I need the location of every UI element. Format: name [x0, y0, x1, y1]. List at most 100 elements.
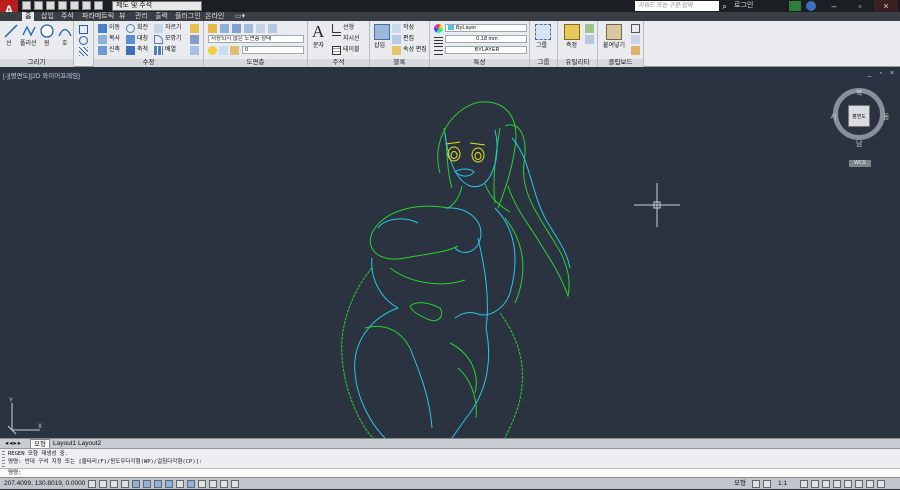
linetype-icon[interactable]	[434, 46, 443, 55]
draw-panel-title[interactable]: 그리기	[0, 59, 73, 67]
circle-icon[interactable]	[39, 23, 55, 39]
text-icon[interactable]: A	[312, 22, 324, 42]
tab-layout2[interactable]: Layout2	[75, 439, 104, 448]
leader-label[interactable]: 지시선	[343, 36, 360, 43]
move-label[interactable]: 이동	[109, 25, 120, 32]
model-space-toggle[interactable]: 모형	[734, 478, 746, 490]
create-block-icon[interactable]	[392, 24, 401, 33]
lineweight-dropdown[interactable]: 0.18 mm	[445, 35, 527, 43]
coordinate-readout[interactable]: 207.4099, 130.8019, 0.0000	[4, 478, 85, 490]
layer-state-icon[interactable]	[220, 24, 229, 33]
arc-icon[interactable]	[57, 23, 73, 39]
viewcube-north[interactable]: 북	[856, 88, 862, 98]
lightbulb-icon[interactable]	[208, 46, 217, 55]
isolate-objects-icon[interactable]	[855, 480, 863, 488]
viewcube-east[interactable]: 동	[883, 112, 889, 122]
hatch-icon[interactable]	[79, 47, 88, 56]
lock-ui-icon[interactable]	[833, 480, 841, 488]
tab-parametric[interactable]: 파라메트릭	[79, 12, 117, 21]
exchange-icon[interactable]	[789, 1, 801, 11]
save-as-icon[interactable]	[58, 1, 67, 10]
workspace-dropdown[interactable]: 제도 및 주석	[112, 1, 202, 11]
auto-scale-icon[interactable]	[811, 480, 819, 488]
insert-label[interactable]: 삽입	[374, 43, 385, 50]
properties-panel-title[interactable]: 특성	[430, 59, 529, 67]
lineweight-toggle-icon[interactable]	[198, 480, 206, 488]
layer-lock-icon[interactable]	[268, 24, 277, 33]
annotation-scale[interactable]: 1:1	[778, 478, 787, 490]
transparency-icon[interactable]	[209, 480, 217, 488]
paste-label[interactable]: 붙여넣기	[603, 43, 625, 50]
quick-view-layouts-icon[interactable]	[752, 480, 760, 488]
rotate-label[interactable]: 회전	[137, 25, 148, 32]
quick-properties-icon[interactable]	[220, 480, 228, 488]
block-panel-title[interactable]: 블록	[370, 59, 429, 67]
edit-block-icon[interactable]	[392, 35, 401, 44]
workspace-switching-icon[interactable]	[822, 480, 830, 488]
layers-panel-title[interactable]: 도면층	[204, 59, 307, 67]
tab-manage[interactable]: 관리	[132, 12, 151, 21]
minimize-button[interactable]: –	[822, 0, 846, 12]
color-wheel-icon[interactable]	[434, 24, 443, 33]
help-icon[interactable]	[806, 1, 816, 11]
3d-object-snap-icon[interactable]	[154, 480, 162, 488]
scale-label[interactable]: 축척	[137, 47, 148, 54]
tab-model[interactable]: 모형	[30, 439, 50, 448]
print-icon[interactable]	[70, 1, 79, 10]
snap-mode-icon[interactable]	[99, 480, 107, 488]
search-input[interactable]: 키워드 또는 구문 입력	[635, 1, 719, 11]
layer-isolate-icon[interactable]	[244, 24, 253, 33]
group-label[interactable]: 그룹	[536, 43, 547, 50]
rotate-icon[interactable]	[126, 24, 135, 33]
annotation-visibility-icon[interactable]	[800, 480, 808, 488]
viewcube-face[interactable]: 평면도	[848, 105, 870, 127]
edit-attributes-label[interactable]: 속성 편집	[403, 47, 427, 54]
trim-label[interactable]: 자르기	[165, 25, 182, 32]
viewcube-west[interactable]: 서	[830, 112, 836, 122]
drawing-canvas[interactable]: [-][평면도][2D 와이어프레임] _ ▫ × Y X 평면도 북 남 동 …	[0, 68, 900, 438]
match-properties-icon[interactable]	[631, 46, 640, 55]
explode-icon[interactable]	[190, 35, 199, 44]
copy-clip-icon[interactable]	[631, 35, 640, 44]
paste-icon[interactable]	[606, 24, 622, 40]
selection-cycling-icon[interactable]	[231, 480, 239, 488]
dynamic-input-icon[interactable]	[187, 480, 195, 488]
edit-attributes-icon[interactable]	[392, 46, 401, 55]
linear-dimension-icon[interactable]	[332, 24, 341, 33]
layer-off-icon[interactable]	[232, 24, 241, 33]
search-icon[interactable]: ⌕	[722, 0, 727, 12]
grid-display-icon[interactable]	[110, 480, 118, 488]
table-icon[interactable]	[332, 46, 341, 55]
close-button[interactable]: ×	[874, 0, 898, 12]
calculator-icon[interactable]	[585, 35, 594, 44]
measure-label[interactable]: 측정	[566, 43, 577, 50]
linear-label[interactable]: 선형	[343, 25, 354, 32]
undo-icon[interactable]	[82, 1, 91, 10]
layer-state-dropdown[interactable]: 저장되지 않은 도면층 상태	[208, 35, 304, 43]
fillet-label[interactable]: 모깎기	[165, 36, 182, 43]
object-snap-icon[interactable]	[143, 480, 151, 488]
dynamic-ucs-icon[interactable]	[176, 480, 184, 488]
annotation-panel-title[interactable]: 주석	[308, 59, 369, 67]
layer-freeze-icon[interactable]	[256, 24, 265, 33]
tab-home[interactable]: 홈	[22, 12, 35, 21]
ortho-mode-icon[interactable]	[121, 480, 129, 488]
edit-label[interactable]: 편집	[403, 36, 414, 43]
viewcube-south[interactable]: 남	[856, 139, 862, 149]
open-file-icon[interactable]	[34, 1, 43, 10]
polyline-icon[interactable]	[21, 23, 37, 39]
array-icon[interactable]	[154, 46, 163, 55]
text-label[interactable]: 문자	[313, 43, 324, 50]
command-input[interactable]: 명령:	[0, 468, 900, 477]
command-grip[interactable]	[2, 451, 5, 467]
modify-panel-title[interactable]: 수정	[94, 59, 203, 67]
line-icon[interactable]	[3, 23, 19, 39]
table-label[interactable]: 테이블	[343, 47, 360, 54]
move-icon[interactable]	[98, 24, 107, 33]
maximize-button[interactable]: ▫	[848, 0, 872, 12]
rectangle-icon[interactable]	[79, 25, 88, 34]
clean-screen-icon[interactable]	[877, 480, 885, 488]
copy-label[interactable]: 복사	[109, 36, 120, 43]
groups-panel-title[interactable]: 그룹	[530, 59, 557, 67]
tab-online[interactable]: 온라인	[202, 12, 227, 21]
